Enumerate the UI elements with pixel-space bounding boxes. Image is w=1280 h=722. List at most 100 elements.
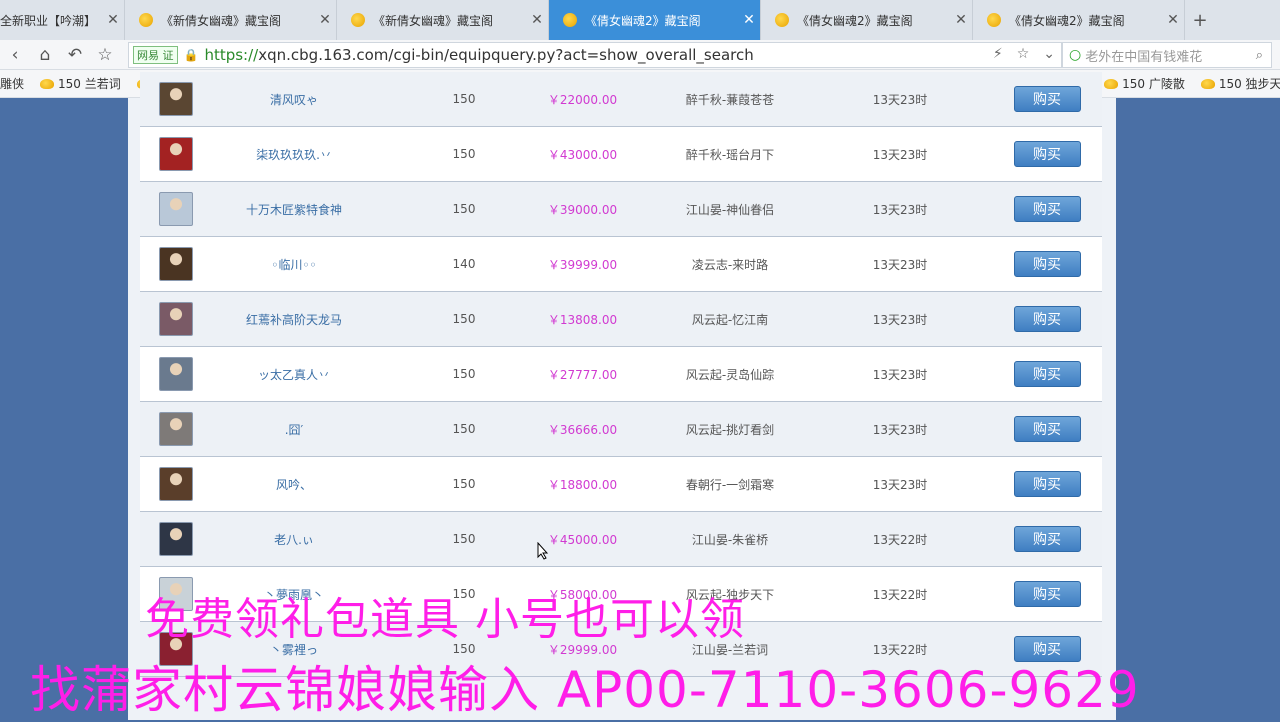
search-icon[interactable]: ⌕ <box>1256 48 1263 63</box>
buy-button[interactable]: 购买 <box>1013 416 1081 442</box>
avatar-image <box>159 137 193 171</box>
time-remaining-cell: 13天23时 <box>872 92 928 107</box>
undo-icon[interactable]: ↶ <box>60 40 90 70</box>
close-icon[interactable]: ✕ <box>102 12 124 28</box>
price-cell: ￥36666.00 <box>547 422 618 437</box>
character-avatar[interactable] <box>158 127 194 181</box>
tab-title: 《倩女幽魂2》藏宝阁 <box>585 13 701 28</box>
mouse-cursor-icon <box>537 542 549 560</box>
bookmark-favicon-icon <box>1200 78 1215 89</box>
character-avatar[interactable] <box>158 347 194 401</box>
new-tab-plus-icon[interactable]: + <box>1185 0 1215 40</box>
back-arrow-icon[interactable]: ‹ <box>0 40 30 70</box>
time-remaining-cell: 13天23时 <box>872 312 928 327</box>
lock-icon[interactable]: 🔒 <box>184 48 199 62</box>
site-favicon-icon <box>351 13 365 27</box>
tab-5[interactable]: 《倩女幽魂2》藏宝阁 ✕ <box>973 0 1185 40</box>
character-name-link[interactable]: 清风叹ゃ <box>204 72 384 126</box>
server-cell: 江山晏-朱雀桥 <box>691 532 769 547</box>
table-row: 风吟、 150 ￥18800.00 春朝行-一剑霜寒 13天23时 购买 <box>140 457 1102 512</box>
table-row: ◦临川◦◦ 140 ￥39999.00 凌云志-来时路 13天23时 购买 <box>140 237 1102 292</box>
time-remaining-cell: 13天23时 <box>872 147 928 162</box>
character-avatar[interactable] <box>158 292 194 346</box>
buy-cell: 购买 <box>1012 292 1082 346</box>
site-verify-badge[interactable]: 网易 证 <box>133 46 178 64</box>
chevron-down-icon[interactable]: ⌄ <box>1043 46 1055 62</box>
table-row: ッ太乙真人丷 150 ￥27777.00 风云起-灵岛仙踪 13天23时 购买 <box>140 347 1102 402</box>
tab-0[interactable]: 全新职业【吟潮】 ✕ <box>0 0 125 40</box>
star-favorite-icon[interactable]: ☆ <box>90 40 120 70</box>
close-icon[interactable]: ✕ <box>314 12 336 28</box>
table-row: 柒玖玖玖玖.丷 150 ￥43000.00 醉千秋-瑶台月下 13天23时 购买 <box>140 127 1102 182</box>
close-icon[interactable]: ✕ <box>950 12 972 28</box>
address-bar[interactable]: 网易 证 🔒 https://xqn.cbg.163.com/cgi-bin/e… <box>128 42 1062 68</box>
close-icon[interactable]: ✕ <box>738 12 760 28</box>
buy-button[interactable]: 购买 <box>1013 471 1081 497</box>
buy-button[interactable]: 购买 <box>1013 581 1081 607</box>
search-engine-icon: ○ <box>1069 47 1082 63</box>
bookmark-item[interactable]: 雕侠 <box>0 75 24 92</box>
buy-cell: 购买 <box>1012 237 1082 291</box>
bookmark-label: 150 兰若词 <box>58 77 121 91</box>
tab-3-active[interactable]: 《倩女幽魂2》藏宝阁 ✕ <box>549 0 761 40</box>
character-avatar[interactable] <box>158 237 194 291</box>
buy-cell: 购买 <box>1012 512 1082 566</box>
time-remaining-cell: 13天22时 <box>872 532 928 547</box>
server-cell: 凌云志-来时路 <box>691 257 769 272</box>
buy-button[interactable]: 购买 <box>1013 526 1081 552</box>
character-name-link[interactable]: 老八.ぃ <box>204 512 384 566</box>
site-favicon-icon <box>775 13 789 27</box>
navigation-bar: ‹ ⌂ ↶ ☆ 网易 证 🔒 https://xqn.cbg.163.com/c… <box>0 40 1280 70</box>
buy-button[interactable]: 购买 <box>1013 86 1081 112</box>
bookmark-label: 雕侠 <box>0 77 25 91</box>
character-name-link[interactable]: ッ太乙真人丷 <box>204 347 384 401</box>
character-avatar[interactable] <box>158 182 194 236</box>
character-avatar[interactable] <box>158 72 194 126</box>
buy-cell: 购买 <box>1012 457 1082 511</box>
buy-button[interactable]: 购买 <box>1013 361 1081 387</box>
avatar-image <box>159 522 193 556</box>
search-placeholder: 老外在中国有钱难花 <box>1085 49 1203 65</box>
server-cell: 风云起-挑灯看剑 <box>685 422 775 437</box>
price-cell: ￥18800.00 <box>547 477 618 492</box>
buy-button[interactable]: 购买 <box>1013 141 1081 167</box>
character-name-link[interactable]: 红蔫补高阶天龙马 <box>204 292 384 346</box>
character-avatar[interactable] <box>158 457 194 511</box>
price-cell: ￥27777.00 <box>547 367 618 382</box>
address-bar-actions: ⚡ ☆ ⌄ <box>993 46 1055 62</box>
buy-button[interactable]: 购买 <box>1013 251 1081 277</box>
bookmark-label: 150 广陵散 <box>1122 77 1185 91</box>
buy-cell: 购买 <box>1012 127 1082 181</box>
buy-cell: 购买 <box>1012 182 1082 236</box>
bookmark-item[interactable]: 150 兰若词 <box>40 75 121 92</box>
character-name-link[interactable]: 风吟、 <box>204 457 384 511</box>
tab-4[interactable]: 《倩女幽魂2》藏宝阁 ✕ <box>761 0 973 40</box>
promo-overlay-line-2: 找蒲家村云锦娘娘输入 AP00-7110-3606-9629 <box>30 661 1140 719</box>
tab-title: 《倩女幽魂2》藏宝阁 <box>797 13 913 28</box>
character-name-link[interactable]: 十万木匠紫特食神 <box>204 182 384 236</box>
tab-1[interactable]: 《新倩女幽魂》藏宝阁 ✕ <box>125 0 337 40</box>
table-row: .囧′ 150 ￥36666.00 风云起-挑灯看剑 13天23时 购买 <box>140 402 1102 457</box>
character-name-link[interactable]: 柒玖玖玖玖.丷 <box>204 127 384 181</box>
character-name-link[interactable]: .囧′ <box>204 402 384 456</box>
time-remaining-cell: 13天23时 <box>872 367 928 382</box>
bookmark-item[interactable]: 150 独步天 <box>1200 75 1280 92</box>
search-box[interactable]: ○ 老外在中国有钱难花 ⌕ <box>1062 42 1272 68</box>
bookmark-item[interactable]: 150 广陵散 <box>1104 75 1185 92</box>
close-icon[interactable]: ✕ <box>1162 12 1184 28</box>
lightning-icon[interactable]: ⚡ <box>993 46 1003 62</box>
tab-2[interactable]: 《新倩女幽魂》藏宝阁 ✕ <box>337 0 549 40</box>
price-cell: ￥39999.00 <box>547 257 618 272</box>
bookmark-star-icon[interactable]: ☆ <box>1017 46 1030 62</box>
home-icon[interactable]: ⌂ <box>30 40 60 70</box>
url-host: xqn.cbg.163.com <box>258 46 389 64</box>
table-row: 红蔫补高阶天龙马 150 ￥13808.00 风云起-忆江南 13天23时 购买 <box>140 292 1102 347</box>
character-avatar[interactable] <box>158 402 194 456</box>
close-icon[interactable]: ✕ <box>526 12 548 28</box>
buy-cell: 购买 <box>1012 567 1082 621</box>
buy-button[interactable]: 购买 <box>1013 306 1081 332</box>
character-avatar[interactable] <box>158 512 194 566</box>
buy-button[interactable]: 购买 <box>1013 196 1081 222</box>
character-name-link[interactable]: ◦临川◦◦ <box>204 237 384 291</box>
url-text[interactable]: https://xqn.cbg.163.com/cgi-bin/equipque… <box>204 46 753 64</box>
